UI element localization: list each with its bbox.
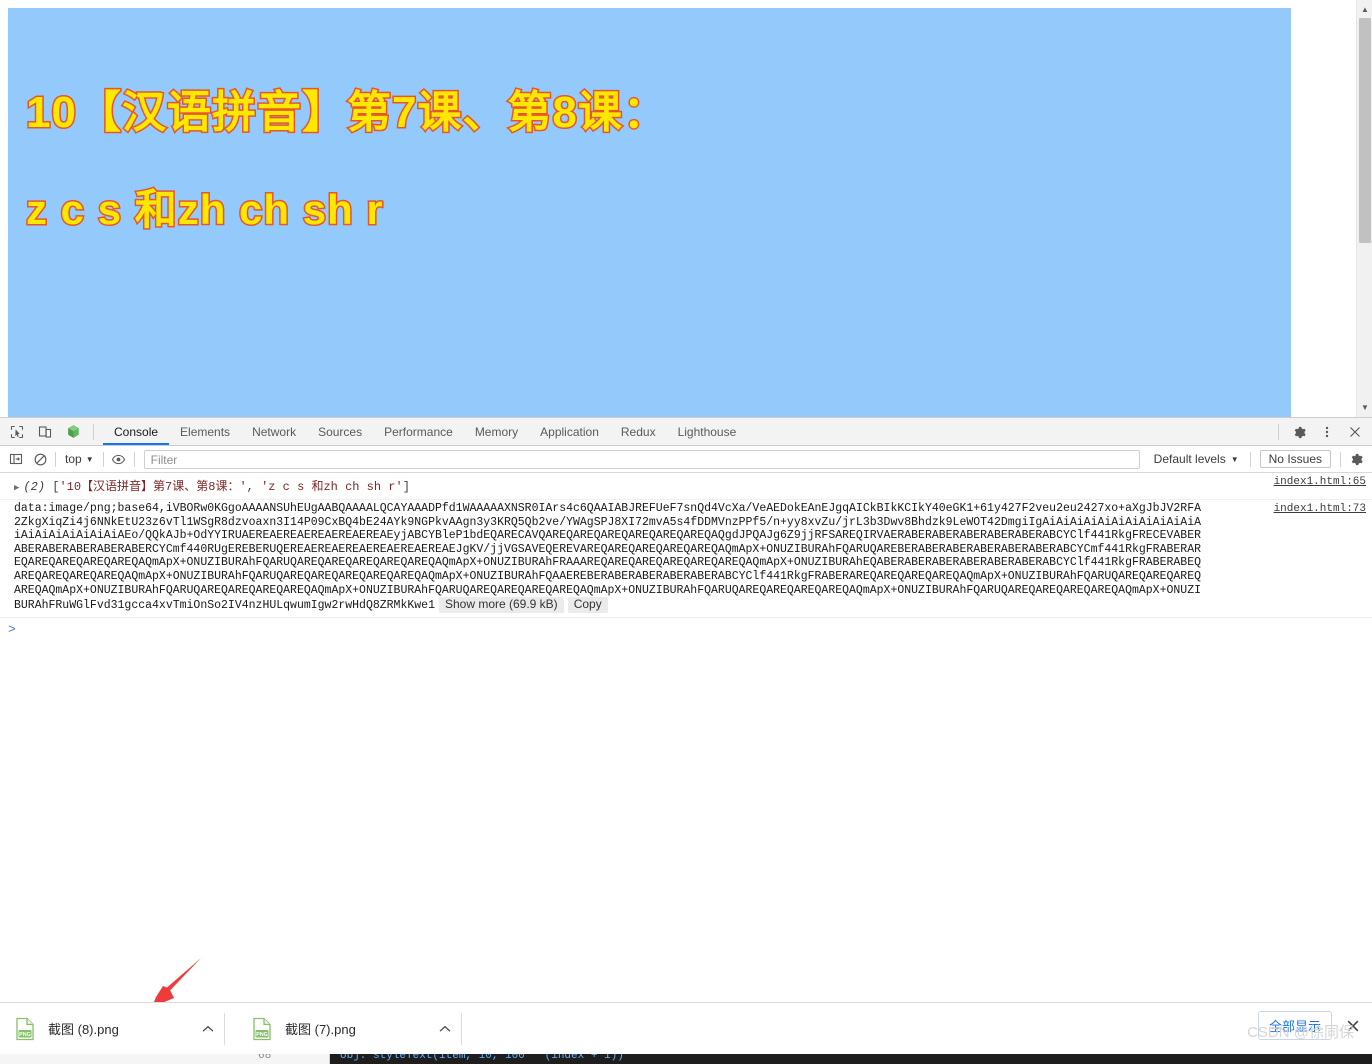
chevron-down-icon: ▼ xyxy=(85,454,94,464)
tab-network[interactable]: Network xyxy=(241,418,307,445)
tab-redux[interactable]: Redux xyxy=(610,418,667,445)
svg-text:PNG: PNG xyxy=(256,1032,268,1038)
log-levels-label: Default levels xyxy=(1153,452,1226,466)
chevron-down-icon: ▼ xyxy=(1230,454,1239,464)
editor-line-number: 68 xyxy=(258,1054,272,1062)
filterbar-divider-5 xyxy=(1340,451,1341,467)
show-more-button[interactable]: Show more (69.9 kB) xyxy=(438,597,564,613)
eye-icon[interactable] xyxy=(107,448,131,470)
array-close-bracket: ] xyxy=(402,480,410,494)
console-filter-input[interactable]: Filter xyxy=(143,449,1140,469)
array-log-text: ▶ (2) ['10【汉语拼音】第7课、第8课：', 'z c s 和zh ch … xyxy=(0,475,1372,497)
download-item-2[interactable]: PNG 截图 (7).png xyxy=(237,1003,462,1055)
dataurl-value: data:image/png;base64,iVBORw0KGgoAAAANSU… xyxy=(14,502,1201,613)
editor-gutter xyxy=(0,1054,330,1064)
bottom-editor-sliver: 68 obj. styleText(item, 10, 100 * (index… xyxy=(0,1054,1372,1064)
log-levels-selector[interactable]: Default levels ▼ xyxy=(1146,452,1247,466)
close-icon[interactable] xyxy=(1342,1015,1364,1037)
array-length-badge: (2) xyxy=(23,480,46,494)
more-vertical-icon[interactable] xyxy=(1314,419,1340,445)
controls-divider xyxy=(1278,424,1279,440)
download-item-1[interactable]: PNG 截图 (8).png xyxy=(0,1003,225,1055)
show-all-downloads-button[interactable]: 全部显示 xyxy=(1257,1011,1332,1040)
inspect-icon[interactable] xyxy=(4,419,30,445)
dataurl-text: data:image/png;base64,iVBORw0KGgoAAAANSU… xyxy=(14,502,1202,613)
filterbar-divider-2 xyxy=(102,451,104,467)
svg-text:PNG: PNG xyxy=(19,1032,31,1038)
devtools-tabbar: Console Elements Network Sources Perform… xyxy=(0,418,1372,446)
devtools-panel: Console Elements Network Sources Perform… xyxy=(0,417,1372,1002)
console-message-array[interactable]: ▶ (2) ['10【汉语拼音】第7课、第8课：', 'z c s 和zh ch … xyxy=(0,473,1372,500)
dataurl-actions: Show more (69.9 kB) Copy xyxy=(435,597,608,613)
download-filename-2: 截图 (7).png xyxy=(285,1022,356,1037)
source-link-2[interactable]: index1.html:73 xyxy=(1274,503,1366,515)
tab-sources[interactable]: Sources xyxy=(307,418,373,445)
array-comma: , xyxy=(246,480,262,494)
png-file-icon: PNG xyxy=(251,1017,273,1041)
devtools-tab-list: Console Elements Network Sources Perform… xyxy=(103,418,747,445)
tab-memory[interactable]: Memory xyxy=(464,418,529,445)
execution-context-selector[interactable]: top ▼ xyxy=(59,452,100,466)
editor-code-line: obj. styleText(item, 10, 100 * (index + … xyxy=(340,1054,624,1062)
settings-gear-icon[interactable] xyxy=(1286,419,1312,445)
page-heading-line-2: z c s 和zh ch sh r xyxy=(25,185,385,235)
download-filename-1: 截图 (8).png xyxy=(48,1022,119,1037)
page-heading-line-1: 10【汉语拼音】第7课、第8课： xyxy=(25,87,669,139)
page-vertical-scrollbar[interactable]: ▲ ▼ xyxy=(1356,0,1372,417)
issues-button[interactable]: No Issues xyxy=(1259,450,1331,468)
tab-performance[interactable]: Performance xyxy=(373,418,464,445)
filterbar-divider-3 xyxy=(133,451,135,467)
close-icon[interactable] xyxy=(1342,419,1368,445)
node-cube-icon[interactable] xyxy=(60,419,86,445)
disclosure-triangle-icon[interactable]: ▶ xyxy=(14,483,19,493)
filterbar-divider-1 xyxy=(55,451,56,467)
array-item-2: 'z c s 和zh ch sh r' xyxy=(261,480,403,494)
filterbar-divider-4 xyxy=(1249,451,1251,467)
console-message-list: ▶ (2) ['10【汉语拼音】第7课、第8课：', 'z c s 和zh ch … xyxy=(0,473,1372,1002)
array-item-1: '10【汉语拼音】第7课、第8课：' xyxy=(59,480,247,494)
sidebar-toggle-icon[interactable] xyxy=(4,448,28,470)
console-prompt-caret-icon: > xyxy=(8,621,16,637)
scroll-down-arrow-icon[interactable]: ▼ xyxy=(1357,399,1372,415)
download-shelf: PNG 截图 (8).png PNG 截图 (7).png 全部显示 CSDN … xyxy=(0,1002,1372,1054)
toolbar-divider xyxy=(93,423,94,440)
console-settings-gear-icon[interactable] xyxy=(1344,448,1368,470)
execution-context-label: top xyxy=(65,452,82,466)
download-item-divider xyxy=(224,1012,225,1045)
scroll-up-arrow-icon[interactable]: ▲ xyxy=(1357,1,1372,17)
chevron-up-icon[interactable] xyxy=(432,1016,458,1042)
download-item-divider xyxy=(461,1012,462,1045)
scrollbar-thumb[interactable] xyxy=(1359,18,1371,243)
browser-window: 10【汉语拼音】第7课、第8课： z c s 和zh ch sh r ▲ ▼ C… xyxy=(0,0,1372,1064)
download-shelf-controls: 全部显示 xyxy=(1257,1011,1364,1040)
devtools-tool-icons xyxy=(0,418,103,445)
png-file-icon: PNG xyxy=(14,1017,36,1041)
tab-console[interactable]: Console xyxy=(103,418,169,445)
copy-button[interactable]: Copy xyxy=(567,597,608,613)
clear-console-icon[interactable] xyxy=(28,448,52,470)
page-content-area: 10【汉语拼音】第7课、第8课： z c s 和zh ch sh r xyxy=(8,8,1291,417)
console-filter-bar: top ▼ Filter Default levels ▼ No Issues xyxy=(0,446,1372,473)
devtools-window-controls xyxy=(1273,418,1368,446)
tab-application[interactable]: Application xyxy=(529,418,610,445)
chevron-up-icon[interactable] xyxy=(195,1016,221,1042)
console-prompt-row[interactable]: > xyxy=(0,618,1372,637)
device-toggle-icon[interactable] xyxy=(32,419,58,445)
tab-lighthouse[interactable]: Lighthouse xyxy=(667,418,748,445)
tab-elements[interactable]: Elements xyxy=(169,418,241,445)
source-link-1[interactable]: index1.html:65 xyxy=(1274,476,1366,488)
page-viewport: 10【汉语拼音】第7课、第8课： z c s 和zh ch sh r ▲ ▼ xyxy=(0,0,1372,417)
console-message-dataurl[interactable]: index1.html:73 data:image/png;base64,iVB… xyxy=(0,500,1372,618)
